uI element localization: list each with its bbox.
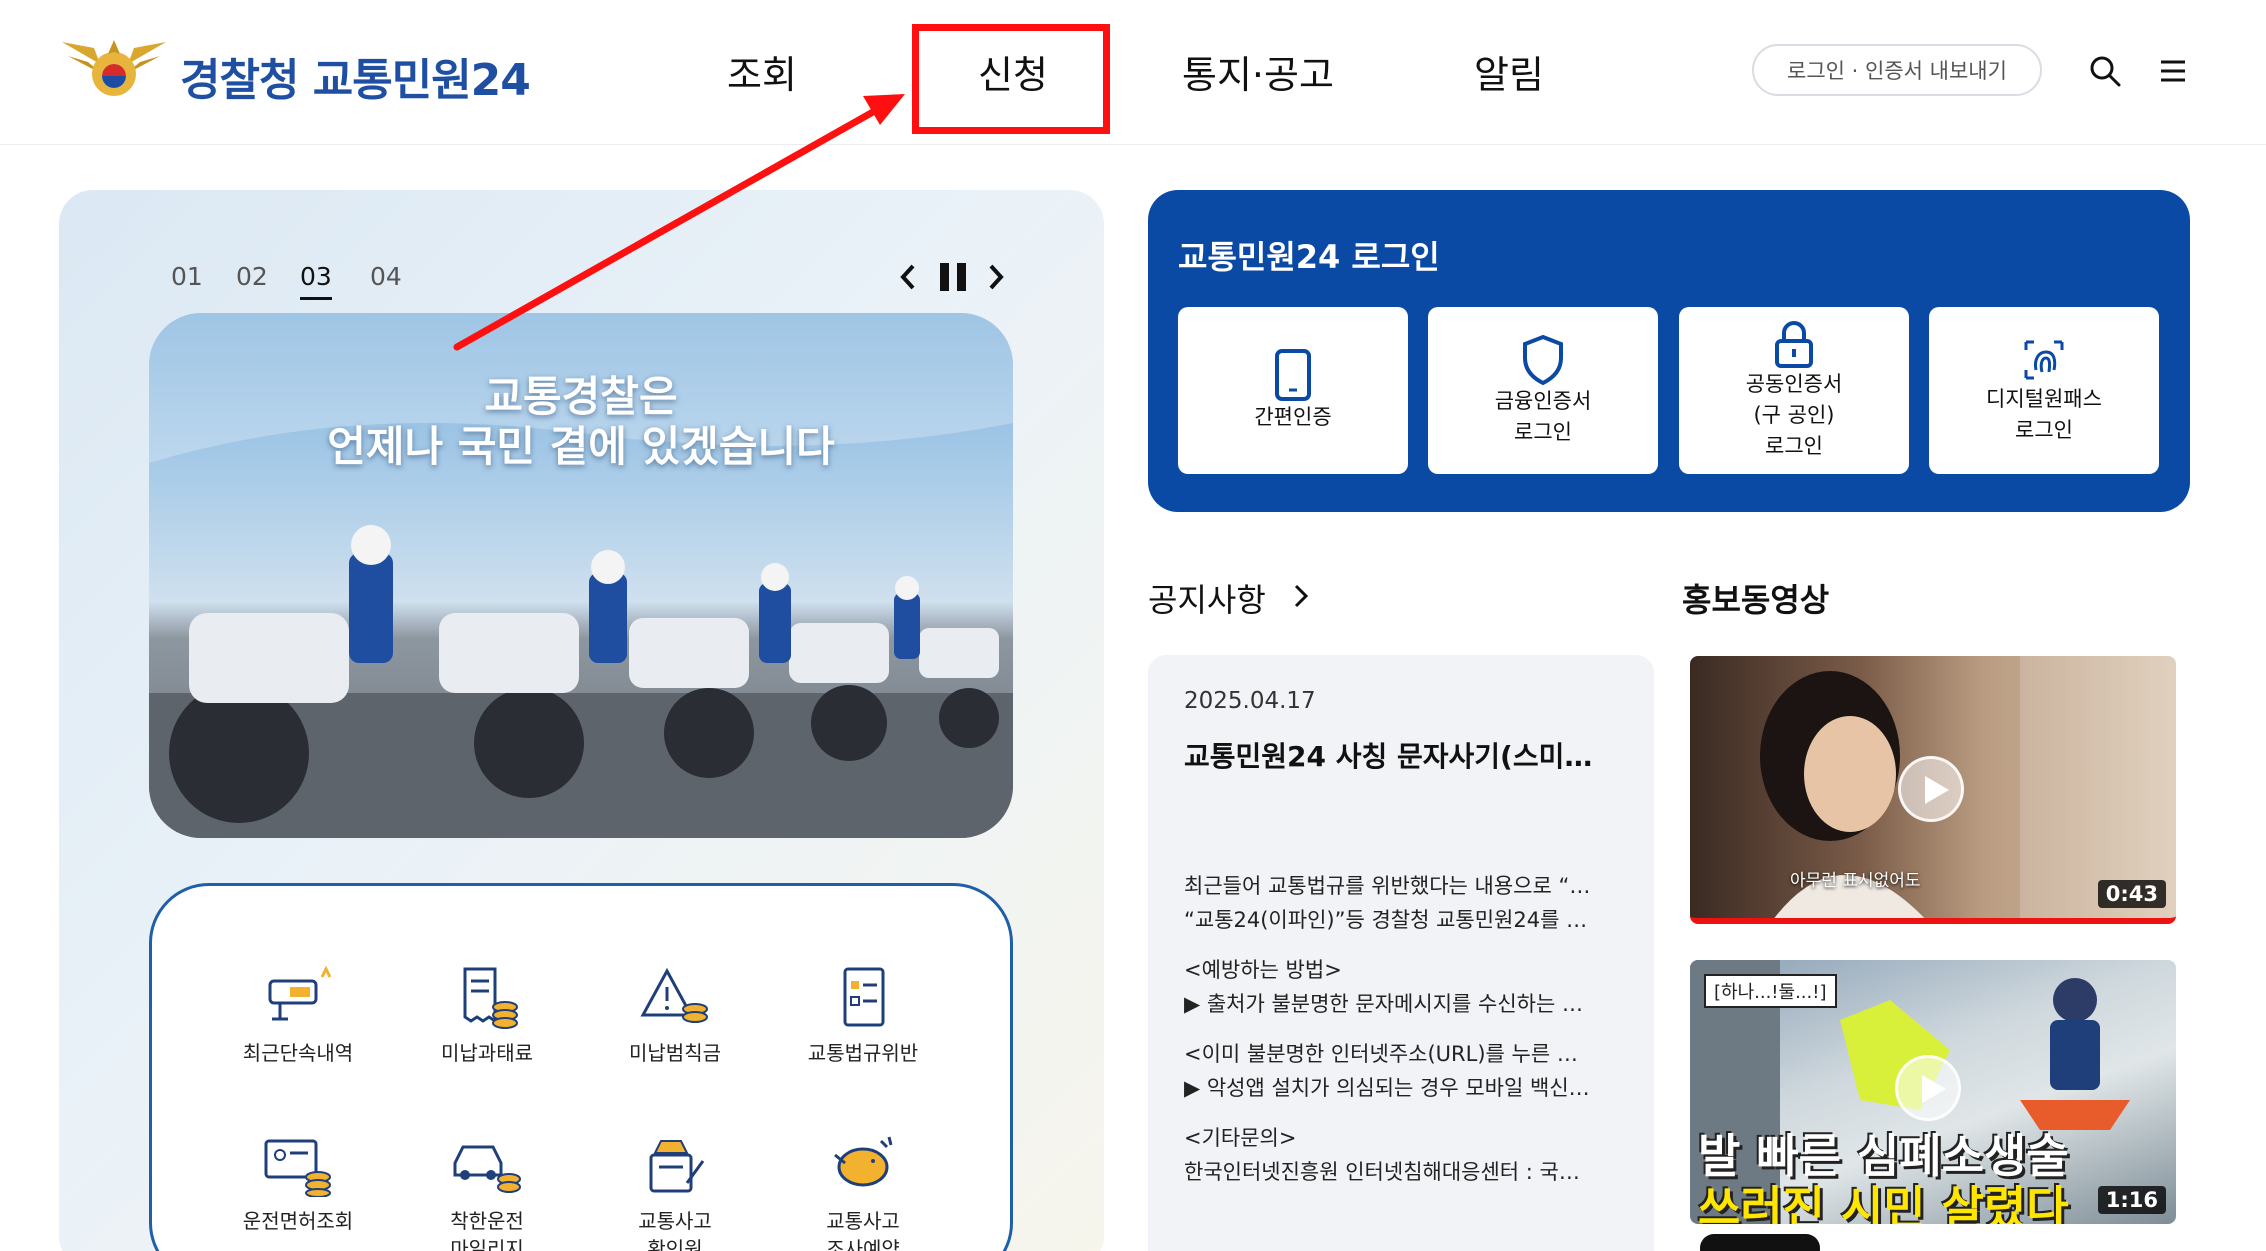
service-good-driving-mileage[interactable]: 착한운전 마일리지 [402, 1133, 572, 1251]
auth-label: 디지털원패스 로그인 [1986, 386, 2102, 442]
notice-line: “교통24(이파인)”등 경찰청 교통민원24를 … [1184, 908, 1588, 932]
notice-line: ▶ 악성앱 설치가 의심되는 경우 모바일 백신… [1184, 1076, 1590, 1100]
service-unpaid-penalties[interactable]: 미납범칙금 [590, 965, 760, 1067]
carousel-page-02[interactable]: 02 [236, 262, 268, 291]
notice-title[interactable]: 교통민원24 사칭 문자사기(스미싱… [1184, 735, 1614, 775]
promo-video-thumbnail[interactable]: 아무런 표시없어도 0:43 [1690, 656, 2176, 924]
auth-label: 금융인증서 로그인 [1494, 388, 1592, 444]
service-traffic-violation[interactable]: 교통법규위반 [778, 965, 948, 1067]
video-title-line2: 쓰러진 시민 살렸다 [1698, 1181, 2069, 1224]
play-icon[interactable] [1898, 756, 1964, 822]
carousel-page-04[interactable]: 04 [370, 262, 402, 291]
login-certificate-export-button[interactable]: 로그인 · 인증서 내보내기 [1752, 44, 2042, 96]
service-recent-enforcement[interactable]: 최근단속내역 [213, 965, 383, 1067]
speed-camera-icon [268, 965, 332, 1021]
lock-icon [1775, 321, 1813, 368]
fingerprint-icon [2024, 340, 2064, 379]
service-accident-certificate[interactable]: 교통사고 확인원 [590, 1133, 760, 1251]
notice-date: 2025.04.17 [1184, 688, 1316, 714]
carousel-prev-icon[interactable] [898, 262, 918, 292]
notice-line: <예방하는 방법> [1184, 958, 1342, 982]
service-label: 교통법규위반 [807, 1041, 919, 1065]
service-license-inquiry[interactable]: 운전면허조회 [213, 1133, 383, 1235]
banner-headline-line2: 언제나 국민 곁에 있겠습니다 [327, 422, 835, 471]
car-document-icon [649, 1140, 705, 1193]
notice-section-heading[interactable]: 공지사항 [1148, 575, 1266, 621]
site-logo-text[interactable]: 경찰청 교통민원24 [180, 44, 531, 108]
service-label: 교통사고 조사예약 [826, 1209, 900, 1251]
video-tag: [하나...!둘...!] [1704, 974, 1837, 1008]
nav-notice-announcement[interactable]: 통지·공고 [1182, 44, 1334, 99]
financial-cert-login-button[interactable]: 금융인증서 로그인 [1428, 307, 1658, 474]
license-card-icon [264, 1139, 331, 1197]
service-label: 최근단속내역 [242, 1041, 354, 1065]
document-checklist-icon [843, 967, 885, 1027]
shield-icon [1523, 334, 1563, 385]
service-accident-investigation-reservation[interactable]: 교통사고 조사예약 [778, 1133, 948, 1251]
login-panel-title: 교통민원24 로그인 [1178, 238, 1440, 276]
site-header: 경찰청 교통민원24 조회 신청 통지·공고 알림 로그인 · 인증서 내보내기 [0, 0, 2266, 145]
notice-line: <이미 불분명한 인터넷주소(URL)를 누른 … [1184, 1042, 1578, 1066]
piggy-bank-icon [834, 1136, 893, 1187]
auth-label: 간편인증 [1254, 405, 1332, 429]
joint-cert-login-button[interactable]: 공동인증서 (구 공인) 로그인 [1679, 307, 1909, 474]
carousel-page-03[interactable]: 03 [300, 262, 332, 300]
carousel-next-icon[interactable] [986, 262, 1006, 292]
service-label: 운전면허조회 [242, 1209, 354, 1233]
video-label-chip [1700, 1234, 1820, 1251]
highlight-box-apply [912, 24, 1110, 134]
video-duration: 1:16 [2097, 1186, 2166, 1214]
auth-label: 공동인증서 (구 공인) 로그인 [1745, 372, 1843, 458]
play-icon[interactable] [1895, 1055, 1961, 1121]
digital-onepass-login-button[interactable]: 디지털원패스 로그인 [1929, 307, 2159, 474]
hamburger-menu-icon[interactable] [2158, 56, 2188, 86]
nav-inquiry[interactable]: 조회 [727, 44, 797, 99]
video-duration: 0:43 [2097, 880, 2166, 908]
notice-line: 한국인터넷진흥원 인터넷침해대응센터 : 국… [1184, 1160, 1580, 1184]
notice-line: ▶ 출처가 불분명한 문자메시지를 수신하는 … [1184, 992, 1583, 1016]
service-label: 착한운전 마일리지 [450, 1209, 524, 1251]
search-icon[interactable] [2088, 54, 2122, 88]
service-label: 미납과태료 [441, 1041, 533, 1065]
car-coins-icon [453, 1145, 521, 1193]
nav-alerts[interactable]: 알림 [1474, 44, 1544, 99]
carousel-banner[interactable]: 교통경찰은 언제나 국민 곁에 있겠습니다 [149, 313, 1013, 838]
simple-auth-button[interactable]: 간편인증 [1178, 307, 1408, 474]
warning-coins-icon [640, 967, 708, 1023]
notice-line: <기타문의> [1184, 1126, 1297, 1150]
phone-icon [1275, 349, 1311, 401]
promo-video-thumbnail[interactable]: [하나...!둘...!] 발 빠른 심폐소생술 쓰러진 시민 살렸다 1:16 [1690, 960, 2176, 1224]
notice-line: 최근들어 교통법규를 위반했다는 내용으로 “… [1184, 874, 1591, 898]
service-label: 미납범칙금 [629, 1041, 721, 1065]
video-caption: 아무런 표시없어도 [1790, 871, 1921, 891]
receipt-coins-icon [463, 967, 518, 1029]
carousel-pause-icon[interactable] [938, 261, 968, 293]
service-unpaid-fines[interactable]: 미납과태료 [402, 965, 572, 1067]
carousel-page-01[interactable]: 01 [171, 262, 203, 291]
video-section-heading: 홍보동영상 [1682, 581, 1830, 619]
police-emblem-logo[interactable] [58, 34, 170, 106]
service-label: 교통사고 확인원 [638, 1209, 712, 1251]
chevron-right-icon[interactable] [1290, 582, 1312, 610]
